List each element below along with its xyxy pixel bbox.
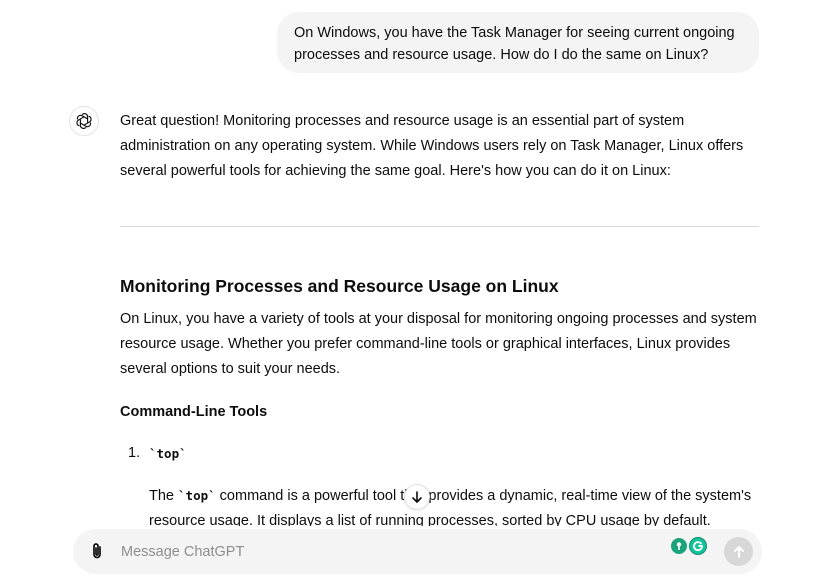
user-message-text: On Windows, you have the Task Manager fo… [294,25,735,63]
arrow-up-icon [733,545,744,558]
scroll-to-bottom-button[interactable] [404,484,430,510]
assistant-avatar [69,106,99,136]
list-item-desc-before: The [149,488,179,504]
list-item-title: `top` [149,446,187,461]
list-item-desc-after: command is a powerful tool that provides… [149,488,752,529]
paperclip-icon [93,543,101,559]
send-button[interactable] [724,537,753,566]
attach-button[interactable] [87,541,107,561]
user-message-bubble: On Windows, you have the Task Manager fo… [277,12,759,73]
assistant-intro: Great question! Monitoring processes and… [120,109,760,184]
assistant-intro-text: Great question! Monitoring processes and… [120,113,744,179]
list-item-number: 1. [128,445,141,461]
section-divider [120,226,759,227]
response-paragraph: On Linux, you have a variety of tools at… [120,311,757,377]
grammarly-icon [693,541,703,552]
extension-icon [676,542,682,550]
openai-logo-icon [76,113,92,129]
arrow-down-icon [412,491,422,503]
message-input[interactable] [121,529,661,574]
chat-page: On Windows, you have the Task Manager fo… [0,0,825,583]
list-item-desc-code: `top` [178,488,216,503]
grammarly-button[interactable] [689,537,707,555]
extension-button[interactable] [671,538,687,554]
response-heading: Monitoring Processes and Resource Usage … [120,276,559,296]
response-subheading: Command-Line Tools [120,404,268,420]
message-composer [73,529,762,574]
